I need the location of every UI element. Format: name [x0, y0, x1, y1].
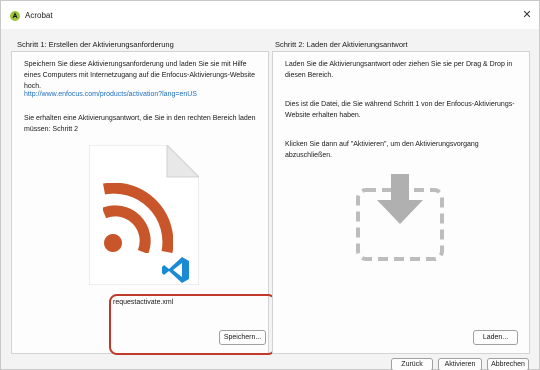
vscode-icon — [162, 257, 189, 283]
activation-dialog: Acrobat ✕ Schritt 1: Erstellen der Aktiv… — [0, 0, 540, 370]
save-button[interactable]: Speichern... — [219, 330, 266, 345]
download-arrow-icon — [355, 172, 445, 262]
step2-instruction: Klicken Sie dann auf "Aktivieren", um de… — [285, 141, 479, 159]
step2-drop-panel[interactable]: Laden Sie die Aktivierungsantwort oder z… — [272, 51, 530, 354]
cancel-button[interactable]: Abbrechen — [487, 358, 529, 370]
back-button[interactable]: Zurück — [391, 358, 433, 370]
title-bar: Acrobat ✕ — [1, 1, 539, 29]
file-name: requestactivate.xml — [113, 299, 174, 306]
step1-note: Sie erhalten eine Aktivierungsantwort, d… — [24, 115, 256, 133]
step1-title: Schritt 1: Erstellen der Aktivierungsanf… — [17, 40, 174, 49]
activation-link[interactable]: http://www.enfocus.com/products/activati… — [24, 89, 262, 100]
close-icon[interactable]: ✕ — [520, 8, 534, 22]
step1-intro: Speichern Sie diese Aktivierungsanforder… — [24, 61, 255, 90]
window-title: Acrobat — [25, 11, 53, 20]
request-file-icon[interactable] — [88, 143, 201, 286]
step1-panel: Speichern Sie diese Aktivierungsanforder… — [11, 51, 276, 355]
step2-note: Dies ist die Datei, die Sie während Schr… — [285, 101, 515, 119]
step2-intro: Laden Sie die Aktivierungsantwort oder z… — [285, 61, 513, 79]
step2-title: Schritt 2: Laden der Aktivierungsantwort — [275, 40, 408, 49]
load-button[interactable]: Laden... — [473, 330, 518, 345]
acrobat-app-icon — [10, 11, 20, 21]
rss-feed-icon — [103, 183, 173, 253]
activate-button[interactable]: Aktivieren — [438, 358, 482, 370]
